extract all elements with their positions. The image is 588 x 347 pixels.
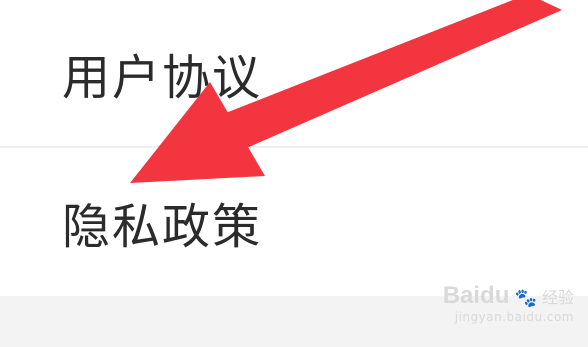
menu-item-user-agreement[interactable]: 用户协议 — [0, 0, 588, 146]
watermark-brand: Baidu — [442, 282, 510, 309]
watermark-sub: 经验 — [541, 288, 574, 307]
paw-icon: 🐾 — [514, 288, 537, 309]
menu-item-label: 隐私政策 — [62, 199, 263, 255]
menu-item-label: 用户协议 — [62, 50, 263, 106]
menu-item-privacy-policy[interactable]: 隐私政策 — [0, 148, 588, 296]
baidu-jingyan-watermark: Baidu 🐾 经验 jingyan.baidu.com — [443, 282, 574, 324]
watermark-url: jingyan.baidu.com — [454, 310, 574, 324]
